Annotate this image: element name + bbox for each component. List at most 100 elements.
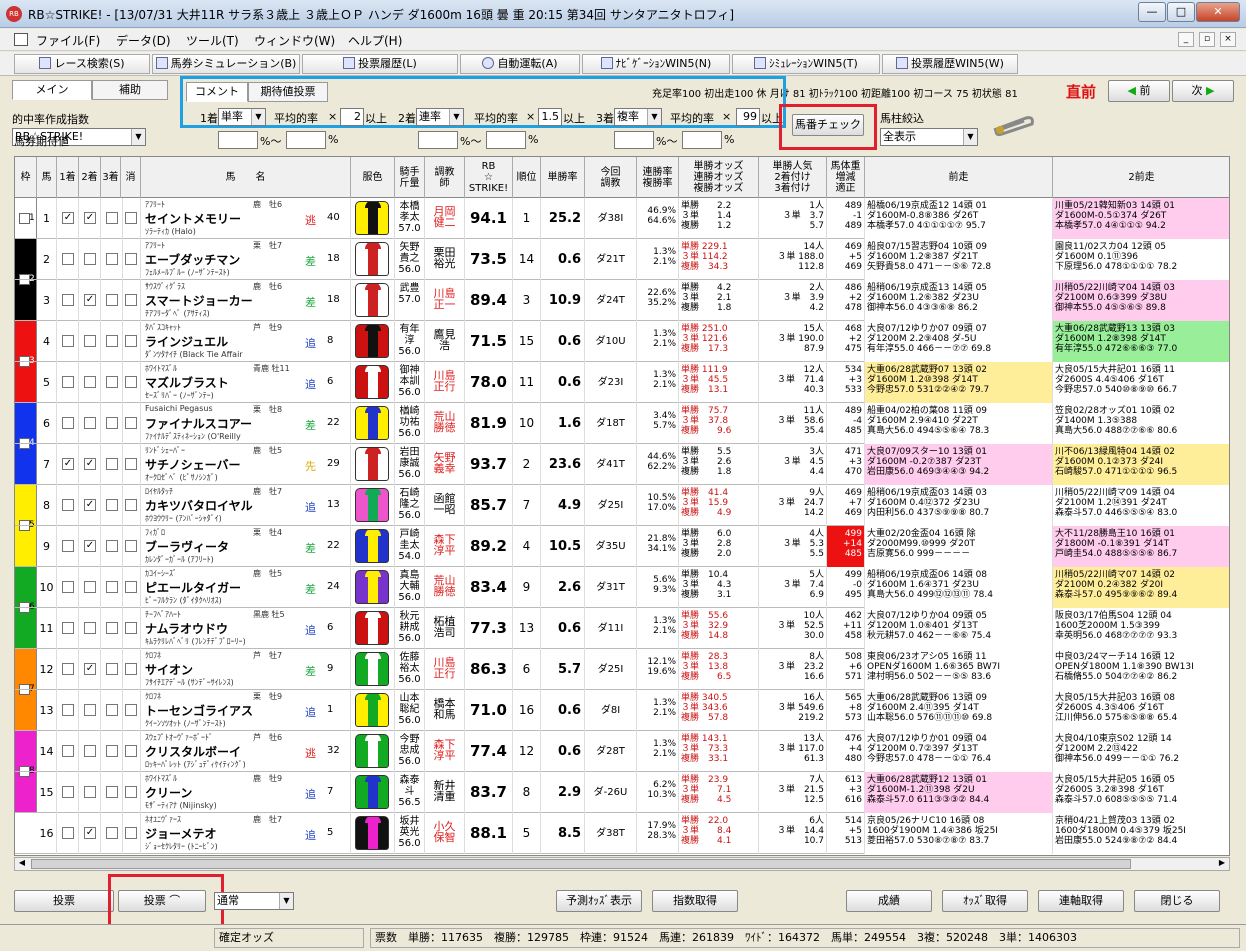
table-row[interactable]: 2 ｱﾌﾘｰﾄ 栗 牡7 エーブダッチマン ﾌｪﾙﾒｰﾙﾌﾞﾙｰ (ﾉｰｻﾞﾝﾃｰｽﾄ)… — [15, 239, 1229, 280]
horse-name-cell[interactable]: ｱﾌﾘｰﾄ 栗 牡7 エーブダッチマン ﾌｪﾙﾒｰﾙﾌﾞﾙｰ (ﾉｰｻﾞﾝﾃｰｽﾄ) 差… — [141, 239, 351, 280]
place-3-checkbox[interactable] — [106, 335, 118, 347]
place-2-checkbox[interactable]: ✓ — [84, 294, 96, 306]
get-odds-button[interactable]: ｵｯｽﾞ取得 — [942, 890, 1028, 912]
table-row[interactable]: 7 ✓ ✓ ﾘﾝﾄﾞｼｪｰﾊﾞｰ 鹿 牡5 サチノシェーバー ｵｰｸﾛｾﾞﾍﾞ (ﾋﾟｻﾉｼ… — [15, 444, 1229, 485]
table-row[interactable]: 3 ✓ ｻｳｽｳﾞｨｸﾞﾗｽ 鹿 牡6 スマートジョーカー ﾁｱﾌﾘｰﾀﾞﾍﾞ (ｱｻﾃｨ… — [15, 280, 1229, 321]
prev2-race-cell[interactable]: 川不06/13緑風特04 14頭 02 ダ1600M 0.1②373 ダ24Ⅰ … — [1053, 444, 1229, 485]
place-1-checkbox[interactable] — [62, 622, 74, 634]
place-1-checkbox[interactable] — [62, 704, 74, 716]
place-3-checkbox[interactable] — [106, 827, 118, 839]
scratch-checkbox[interactable] — [125, 704, 137, 716]
table-row[interactable]: 9 ✓ ﾌｨｶﾞﾛ 栗 牡4 ブーラヴィータ ｶﾚﾝﾀﾞｰｶﾞｰﾙ (ｱﾌﾘｰﾄ) 差 22 戸… — [15, 526, 1229, 567]
header-3[interactable]: 2着 — [79, 157, 101, 198]
header-16[interactable]: 単勝人気 2着付け 3着付け — [759, 157, 827, 198]
scratch-checkbox[interactable] — [125, 540, 137, 552]
prev2-race-cell[interactable]: 大良05/15大井記03 16頭 08 ダ2600S 4.3⑤406 ダ16T … — [1053, 690, 1229, 731]
place-2-checkbox[interactable] — [84, 376, 96, 388]
header-8[interactable]: 騎手 斤量 — [395, 157, 425, 198]
mdi-close-button[interactable]: × — [1220, 32, 1236, 47]
prev-race-cell[interactable]: 船橋06/19京成盃12 14頭 01 ダ1600M-0.8⑧386 ダ26T … — [865, 198, 1053, 239]
place-2-checkbox[interactable]: ✓ — [84, 827, 96, 839]
header-15[interactable]: 単勝オッズ 連勝オッズ 複勝オッズ — [679, 157, 759, 198]
scroll-right-icon[interactable]: ▶ — [1215, 858, 1229, 870]
horse-name[interactable]: クリスタルボーイ — [145, 743, 241, 760]
prev-race-cell[interactable]: 東良06/23オアシ05 16頭 11 OPENダ1600M 1.6⑥365 B… — [865, 649, 1053, 690]
vote-history-win5-button[interactable]: 投票履歴WIN5(W) — [882, 54, 1018, 74]
place-2-checkbox[interactable] — [84, 581, 96, 593]
place-1-checkbox[interactable] — [62, 417, 74, 429]
prev2-race-cell[interactable]: 川重05/21韓知新03 14頭 01 ダ1600M-0.5①374 ダ26T … — [1053, 198, 1229, 239]
prev2-race-cell[interactable]: 大良04/10東京S02 12頭 14 ダ1200M 2.2⑬422 御神本56… — [1053, 731, 1229, 772]
filter-1st-select[interactable]: 単率 ▼ — [218, 108, 266, 126]
menu-file[interactable]: ファイル(F) — [36, 32, 100, 49]
scratch-checkbox[interactable] — [125, 335, 137, 347]
header-6[interactable]: 馬 名 — [141, 157, 351, 198]
place-3-checkbox[interactable] — [106, 499, 118, 511]
prev2-race-cell[interactable]: 阪良03/17伯馬S04 12頭 04 1600芝2000M 1.5③399 幸… — [1053, 608, 1229, 649]
filter-1st-value[interactable]: 2 — [340, 108, 364, 126]
place-3-checkbox[interactable] — [106, 212, 118, 224]
header-5[interactable]: 消 — [121, 157, 141, 198]
minimize-button[interactable]: — — [1138, 2, 1166, 22]
place-3-checkbox[interactable] — [106, 294, 118, 306]
horse-name-cell[interactable]: ｻｳｽｳﾞｨｸﾞﾗｽ 鹿 牡6 スマートジョーカー ﾁｱﾌﾘｰﾀﾞﾍﾞ (ｱｻﾃｨｽ)… — [141, 280, 351, 321]
header-14[interactable]: 連勝率 複勝率 — [637, 157, 679, 198]
filter-2nd-value[interactable]: 1.5 — [538, 108, 562, 126]
table-row[interactable]: 12 ✓ ｸﾛﾌﾈ 芦 牡7 サイオン ﾌｻｲﾁｴｱﾃﾞｰﾙ (ｻﾝﾃﾞｰｻｲﾚﾝｽ) 差 9… — [15, 649, 1229, 690]
place-2-checkbox[interactable] — [84, 786, 96, 798]
horse-name[interactable]: マズルブラスト — [145, 374, 229, 391]
place-1-checkbox[interactable] — [62, 540, 74, 552]
horse-name[interactable]: ファイナルスコアー — [145, 415, 252, 432]
place-3-checkbox[interactable] — [106, 786, 118, 798]
scratch-checkbox[interactable] — [125, 581, 137, 593]
header-1[interactable]: 馬 — [37, 157, 57, 198]
place-2-checkbox[interactable]: ✓ — [84, 458, 96, 470]
results-button[interactable]: 成績 — [846, 890, 932, 912]
table-row[interactable]: 6 Fusaichi Pegasus 栗 牡8 ファイナルスコアー ﾌｧｲﾅﾙﾃﾞｽﾃｨ… — [15, 403, 1229, 444]
place-1-checkbox[interactable] — [62, 786, 74, 798]
place-3-checkbox[interactable] — [106, 253, 118, 265]
menu-help[interactable]: ヘルプ(H) — [348, 32, 402, 49]
place-1-checkbox[interactable] — [62, 376, 74, 388]
place-3-checkbox[interactable] — [106, 581, 118, 593]
place-1-checkbox[interactable] — [62, 827, 74, 839]
prev-race-cell[interactable]: 大重02/20金盃04 16頭 除 ダ2000M99.⑩999 ダ20T 吉原寛… — [865, 526, 1053, 567]
horse-name[interactable]: ジョーメテオ — [145, 825, 217, 842]
prev-race-cell[interactable]: 船良07/15習志野04 10頭 09 ダ1600M 1.2⑧387 ダ21T … — [865, 239, 1053, 280]
horse-name-cell[interactable]: ﾛｲﾔﾙﾀｯﾁ 鹿 牡7 カキツバタロイヤル ﾎｳﾖｳｳﾘｰ (ｱﾝﾊﾞｰｼｬﾀﾞｲ)… — [141, 485, 351, 526]
table-row[interactable]: 8 ✓ ﾛｲﾔﾙﾀｯﾁ 鹿 牡7 カキツバタロイヤル ﾎｳﾖｳｳﾘｰ (ｱﾝﾊﾞｰｼｬﾀﾞ… — [15, 485, 1229, 526]
prev2-race-cell[interactable]: 大不11/28勝島王10 16頭 01 ダ1800M -0.1⑧391 ダ14T… — [1053, 526, 1229, 567]
place-2-checkbox[interactable] — [84, 417, 96, 429]
prev2-race-cell[interactable]: 川稍05/22川崎マ04 14頭 03 ダ2100M 0.6③399 ダ38U … — [1053, 280, 1229, 321]
expected-max-input[interactable] — [286, 131, 326, 149]
scroll-thumb[interactable] — [31, 859, 1131, 869]
table-row[interactable]: 16 ✓ ﾈｵﾕﾆｳﾞｧｰｽ 鹿 牡7 ジョーメテオ ｼﾞｮｰｾｸﾚﾀﾘｰ (ﾄﾆｰﾋﾞﾝ… — [15, 813, 1229, 854]
filter-3rd-value[interactable]: 99 — [736, 108, 760, 126]
header-2[interactable]: 1着 — [57, 157, 79, 198]
horse-name-cell[interactable]: ﾌｨｶﾞﾛ 栗 牡4 ブーラヴィータ ｶﾚﾝﾀﾞｰｶﾞｰﾙ (ｱﾌﾘｰﾄ) 差 22 — [141, 526, 351, 567]
horse-name-cell[interactable]: ﾎﾜｲﾄﾏｽﾞﾙ 青鹿 牡11 マズルブラスト ｾｰｽﾞﾘﾊﾞｰ (ﾉｰｻﾞﾝﾃｰ) 追… — [141, 362, 351, 403]
place-3-checkbox[interactable] — [106, 376, 118, 388]
scratch-checkbox[interactable] — [125, 499, 137, 511]
display-filter-select[interactable]: 全表示 ▼ — [880, 128, 978, 146]
navigation-win5-button[interactable]: ﾅﾋﾞｹﾞｰｼｮﾝWIN5(N) — [582, 54, 730, 74]
place-2-checkbox[interactable] — [84, 745, 96, 757]
scratch-checkbox[interactable] — [125, 622, 137, 634]
place-2-checkbox[interactable] — [84, 253, 96, 265]
filter-2nd-select[interactable]: 連率 ▼ — [416, 108, 464, 126]
horse-name[interactable]: スマートジョーカー — [145, 292, 253, 309]
get-axis-button[interactable]: 連軸取得 — [1038, 890, 1124, 912]
scratch-checkbox[interactable] — [125, 827, 137, 839]
prev-race-cell[interactable]: 大良07/12ゆりか07 09頭 07 ダ1200M 2.2⑨408 ダ-5U … — [865, 321, 1053, 362]
horse-name[interactable]: カキツバタロイヤル — [145, 497, 253, 514]
header-12[interactable]: 単勝率 — [541, 157, 585, 198]
place-1-checkbox[interactable]: ✓ — [62, 212, 74, 224]
scratch-checkbox[interactable] — [125, 294, 137, 306]
place-2-checkbox[interactable] — [84, 704, 96, 716]
expected-min-input[interactable] — [218, 131, 258, 149]
header-7[interactable]: 服色 — [351, 157, 395, 198]
prev-race-cell[interactable]: 大重06/28武蔵野07 13頭 02 ダ1600M 1.2⑩398 ダ14T … — [865, 362, 1053, 403]
race-search-button[interactable]: レース検索(S) — [14, 54, 150, 74]
horse-name-cell[interactable]: ﾘﾝﾄﾞｼｪｰﾊﾞｰ 鹿 牡5 サチノシェーバー ｵｰｸﾛｾﾞﾍﾞ (ﾋﾟｻﾉｼﾝｶﾞ… — [141, 444, 351, 485]
place-3-checkbox[interactable] — [106, 745, 118, 757]
